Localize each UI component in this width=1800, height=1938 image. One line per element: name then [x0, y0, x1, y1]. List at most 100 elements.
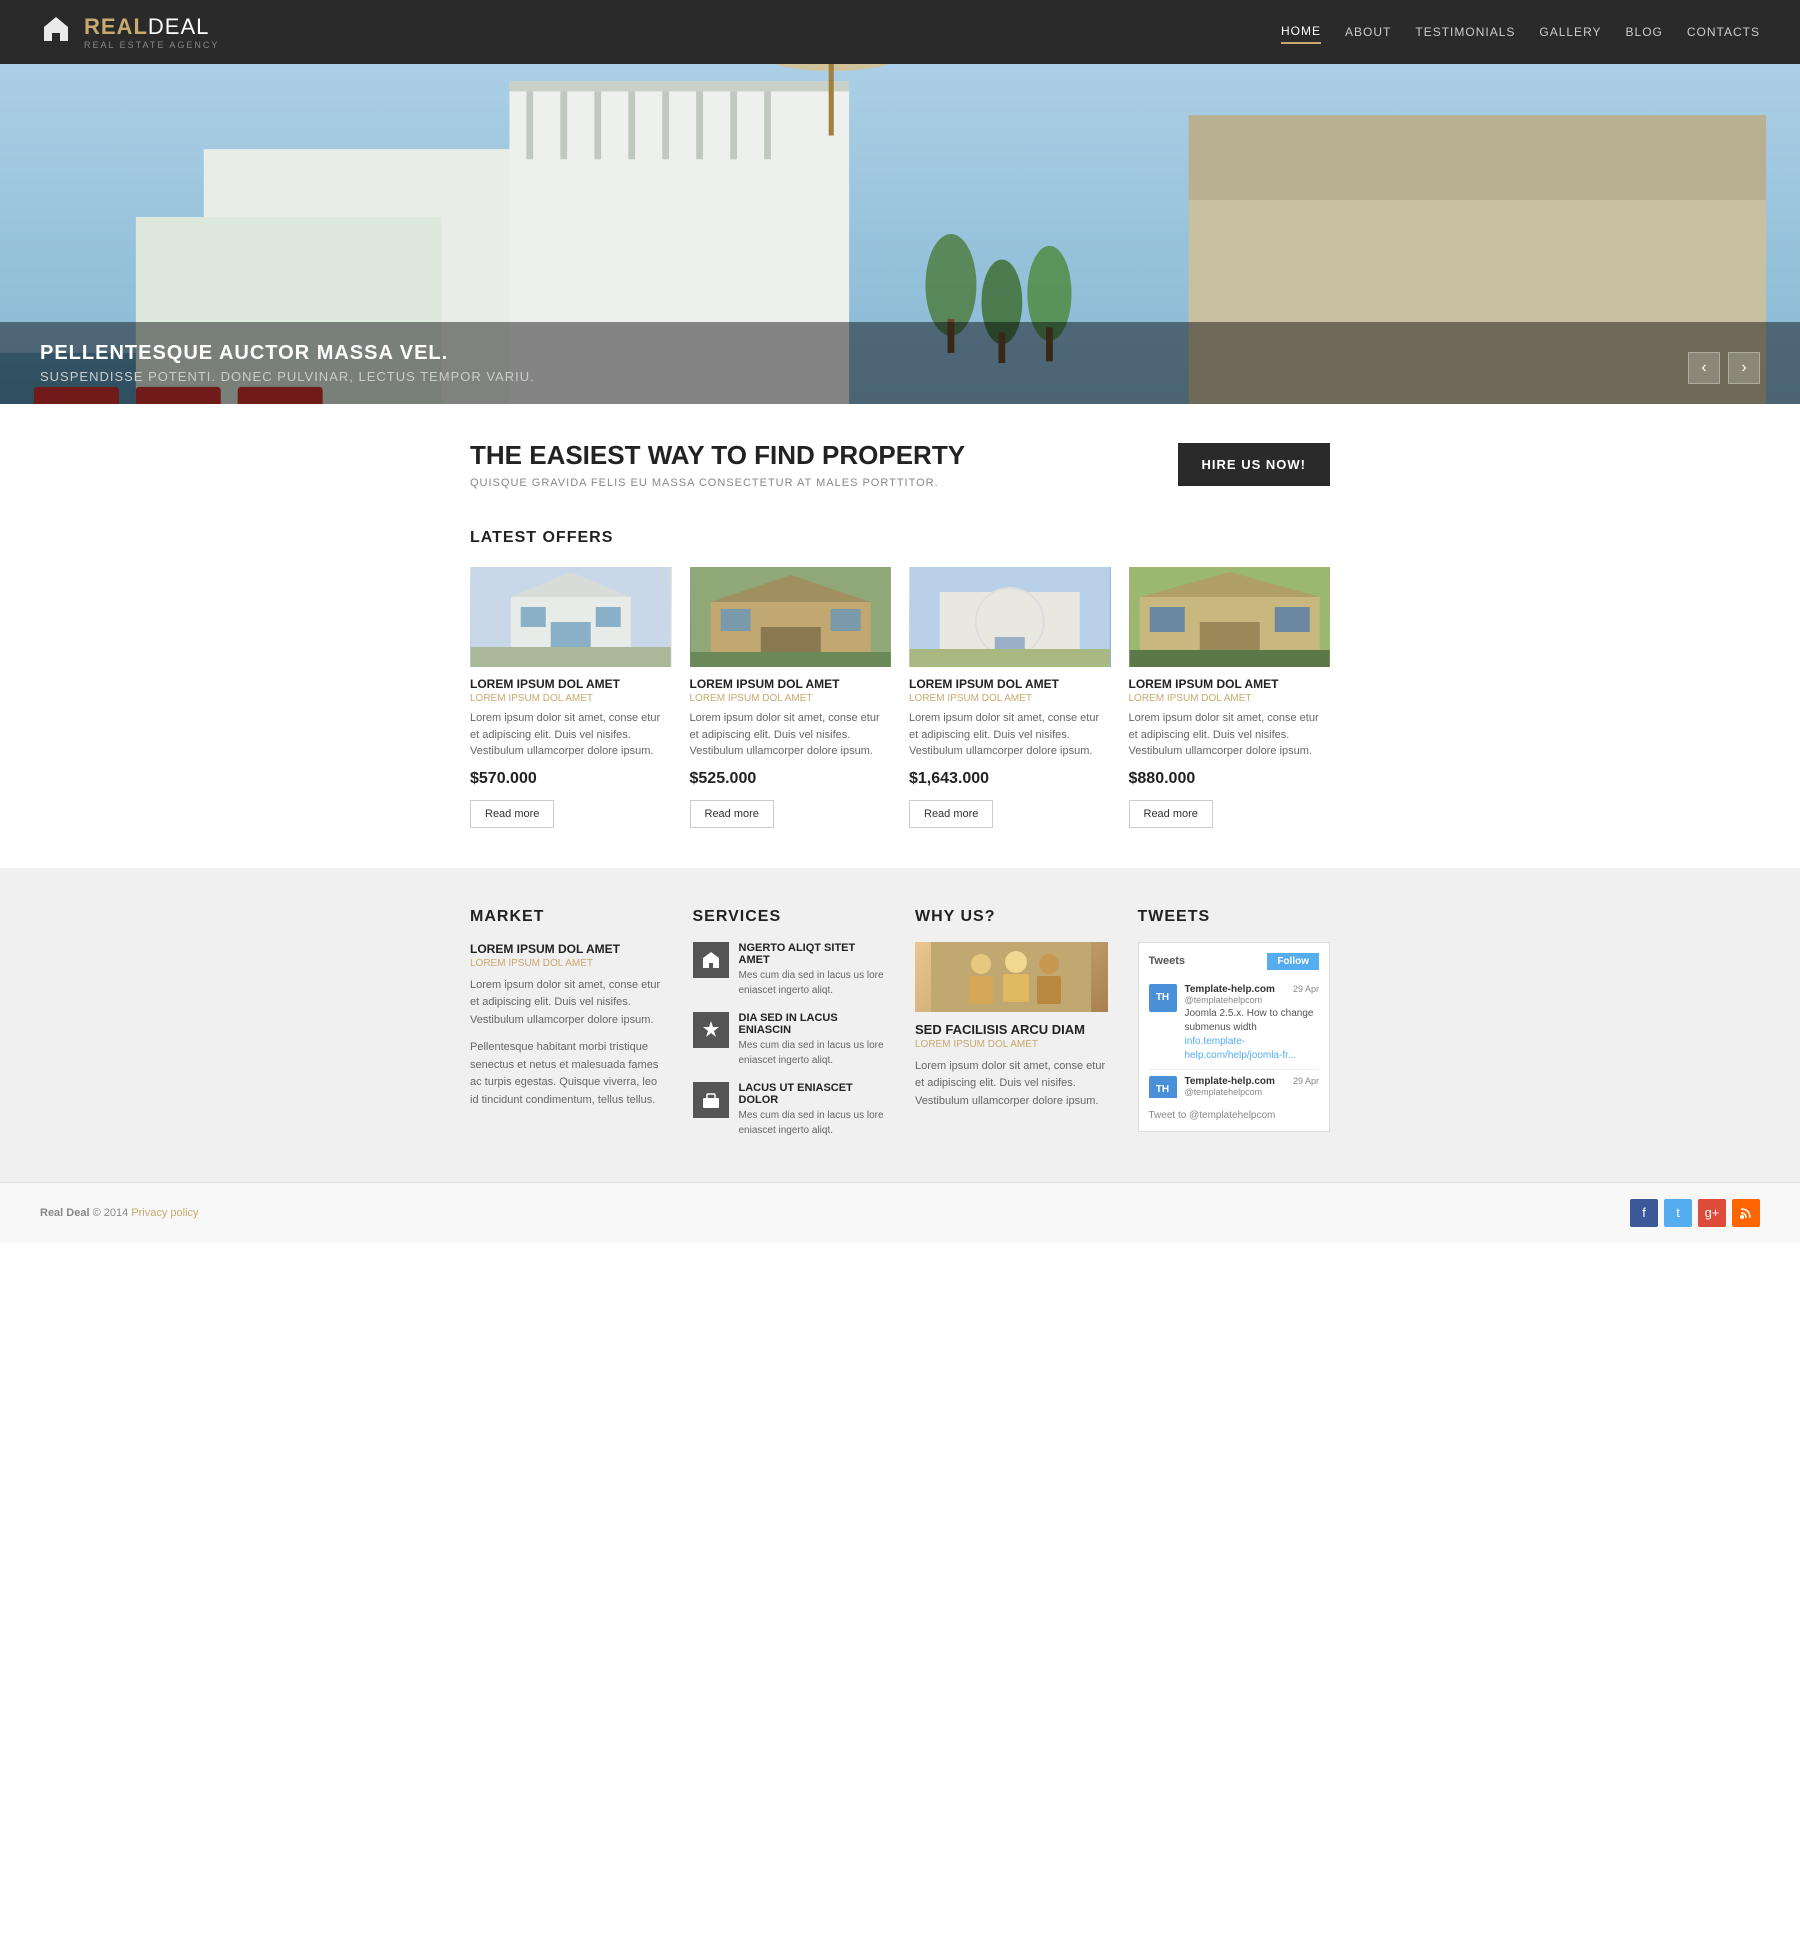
market-column: MARKET LOREM IPSUM DOL AMET LOREM IPSUM …	[470, 908, 663, 1152]
tagline-section: THE EASIEST WAY TO FIND PROPERTY QUISQUE…	[470, 404, 1330, 519]
offer-desc-2: Lorem ipsum dolor sit amet, conse etur e…	[690, 710, 892, 760]
offer-subtitle-1: LOREM IPSUM DOL AMET	[470, 693, 672, 704]
hero-next-arrow[interactable]: ›	[1728, 352, 1760, 384]
tweet-to[interactable]: Tweet to @templatehelpcom	[1149, 1104, 1320, 1121]
footer-copyright: Real Deal © 2014 Privacy policy	[40, 1207, 199, 1219]
facebook-icon[interactable]: f	[1630, 1199, 1658, 1227]
nav-gallery[interactable]: GALLERY	[1539, 21, 1601, 43]
offer-title-4: LOREM IPSUM DOL AMET	[1129, 677, 1331, 691]
offer-price-4: $880.000	[1129, 770, 1331, 788]
offer-image-1	[470, 567, 672, 667]
whyus-title: WHY US?	[915, 908, 1108, 926]
offer-card-2: LOREM IPSUM DOL AMET LOREM IPSUM DOL AME…	[690, 567, 892, 828]
offer-title-1: LOREM IPSUM DOL AMET	[470, 677, 672, 691]
offer-card-1: LOREM IPSUM DOL AMET LOREM IPSUM DOL AME…	[470, 567, 672, 828]
tweet-text-1: Joomla 2.5.x. How to change submenus wid…	[1185, 1007, 1320, 1063]
read-more-btn-4[interactable]: Read more	[1129, 800, 1213, 828]
privacy-link[interactable]: Privacy policy	[131, 1207, 198, 1219]
services-column: SERVICES NGERTO ALIQT SITET AMET Mes cum…	[693, 908, 886, 1152]
service-text-3: LACUS UT ENIASCET DOLOR Mes cum dia sed …	[739, 1082, 886, 1138]
tweet-content-1: 29 Apr Template-help.com @templatehelpco…	[1185, 984, 1320, 1063]
social-icons: f t g+	[1630, 1199, 1760, 1227]
whyus-image	[915, 942, 1108, 1012]
tweets-section-title: TWEETS	[1138, 908, 1331, 926]
offers-grid: LOREM IPSUM DOL AMET LOREM IPSUM DOL AME…	[470, 567, 1330, 828]
tweets-label: Tweets	[1149, 955, 1185, 967]
market-desc-1: Lorem ipsum dolor sit amet, conse etur e…	[470, 977, 663, 1030]
offer-desc-1: Lorem ipsum dolor sit amet, conse etur e…	[470, 710, 672, 760]
header: REALDEAL REAL ESTATE AGENCY HOME ABOUT T…	[0, 0, 1800, 64]
service-text-2: DIA SED IN LACUS ENIASCIN Mes cum dia se…	[739, 1012, 886, 1068]
tweets-column: TWEETS Tweets Follow TH 29 Apr Template-…	[1138, 908, 1331, 1152]
offer-subtitle-3: LOREM IPSUM DOL AMET	[909, 693, 1111, 704]
tweet-avatar-1: TH	[1149, 984, 1177, 1012]
main-nav: HOME ABOUT TESTIMONIALS GALLERY BLOG CON…	[1281, 20, 1760, 44]
service-icon-2	[693, 1012, 729, 1048]
tweet-date-2: 29 Apr	[1293, 1076, 1319, 1086]
service-icon-1	[693, 942, 729, 978]
tweet-date-1: 29 Apr	[1293, 984, 1319, 994]
offer-title-3: LOREM IPSUM DOL AMET	[909, 677, 1111, 691]
tagline-title: THE EASIEST WAY TO FIND PROPERTY	[470, 440, 965, 471]
hero-subtitle: SUSPENDISSE POTENTI. DONEC PULVINAR, LEC…	[40, 369, 1760, 384]
service-icon-3	[693, 1082, 729, 1118]
tweet-item-2: TH 29 Apr Template-help.com @templatehel…	[1149, 1070, 1320, 1098]
logo-area: REALDEAL REAL ESTATE AGENCY	[40, 13, 219, 52]
nav-about[interactable]: ABOUT	[1345, 21, 1391, 43]
services-title: SERVICES	[693, 908, 886, 926]
whyus-item-sub: LOREM IPSUM DOL AMET	[915, 1039, 1108, 1050]
hire-button[interactable]: HIRE US NOW!	[1178, 443, 1330, 486]
logo-title: REALDEAL	[84, 14, 219, 40]
service-text-1: NGERTO ALIQT SITET AMET Mes cum dia sed …	[739, 942, 886, 998]
offer-subtitle-2: LOREM IPSUM DOL AMET	[690, 693, 892, 704]
nav-home[interactable]: HOME	[1281, 20, 1321, 44]
nav-testimonials[interactable]: TESTIMONIALS	[1415, 21, 1515, 43]
tweet-link-1[interactable]: info.template-help.com/help/joomla-fr...	[1185, 1036, 1297, 1061]
tweet-handle-1: @templatehelpcom	[1185, 995, 1320, 1005]
logo-text: REALDEAL REAL ESTATE AGENCY	[84, 14, 219, 50]
read-more-btn-2[interactable]: Read more	[690, 800, 774, 828]
whyus-item-title: SED FACILISIS ARCU DIAM	[915, 1022, 1108, 1037]
logo-tagline: REAL ESTATE AGENCY	[84, 40, 219, 50]
rss-icon[interactable]	[1732, 1199, 1760, 1227]
main-content: THE EASIEST WAY TO FIND PROPERTY QUISQUE…	[450, 404, 1350, 868]
house-icon	[40, 13, 72, 52]
tagline-subtitle: QUISQUE GRAVIDA FELIS EU MASSA CONSECTET…	[470, 477, 965, 489]
tweet-content-2: 29 Apr Template-help.com @templatehelpco…	[1185, 1076, 1320, 1098]
offer-image-3	[909, 567, 1111, 667]
googleplus-icon[interactable]: g+	[1698, 1199, 1726, 1227]
offer-image-2	[690, 567, 892, 667]
tweet-handle-2: @templatehelpcom	[1185, 1087, 1320, 1097]
offer-price-2: $525.000	[690, 770, 892, 788]
nav-contacts[interactable]: CONTACTS	[1687, 21, 1760, 43]
tweets-header: Tweets Follow	[1149, 953, 1320, 970]
service-item-1: NGERTO ALIQT SITET AMET Mes cum dia sed …	[693, 942, 886, 998]
bottom-inner: MARKET LOREM IPSUM DOL AMET LOREM IPSUM …	[450, 908, 1350, 1152]
offer-card-4: LOREM IPSUM DOL AMET LOREM IPSUM DOL AME…	[1129, 567, 1331, 828]
hero-section: PELLENTESQUE AUCTOR MASSA VEL. SUSPENDIS…	[0, 64, 1800, 404]
service-title-1: NGERTO ALIQT SITET AMET	[739, 942, 886, 966]
read-more-btn-3[interactable]: Read more	[909, 800, 993, 828]
latest-offers-section: LATEST OFFERS LOREM IPSUM DOL AMET	[470, 519, 1330, 868]
bottom-section: MARKET LOREM IPSUM DOL AMET LOREM IPSUM …	[0, 868, 1800, 1182]
offer-title-2: LOREM IPSUM DOL AMET	[690, 677, 892, 691]
tweet-item-1: TH 29 Apr Template-help.com @templatehel…	[1149, 978, 1320, 1070]
twitter-icon[interactable]: t	[1664, 1199, 1692, 1227]
footer: Real Deal © 2014 Privacy policy f t g+	[0, 1182, 1800, 1243]
offer-subtitle-4: LOREM IPSUM DOL AMET	[1129, 693, 1331, 704]
tweets-widget: Tweets Follow TH 29 Apr Template-help.co…	[1138, 942, 1331, 1132]
hero-overlay: PELLENTESQUE AUCTOR MASSA VEL. SUSPENDIS…	[0, 322, 1800, 404]
read-more-btn-1[interactable]: Read more	[470, 800, 554, 828]
service-desc-3: Mes cum dia sed in lacus us lore eniasce…	[739, 1108, 886, 1138]
nav-blog[interactable]: BLOG	[1626, 21, 1663, 43]
tweet-avatar-2: TH	[1149, 1076, 1177, 1098]
market-item-sub: LOREM IPSUM DOL AMET	[470, 958, 663, 969]
offer-desc-3: Lorem ipsum dolor sit amet, conse etur e…	[909, 710, 1111, 760]
whyus-desc: Lorem ipsum dolor sit amet, conse etur e…	[915, 1058, 1108, 1111]
hero-prev-arrow[interactable]: ‹	[1688, 352, 1720, 384]
service-title-3: LACUS UT ENIASCET DOLOR	[739, 1082, 886, 1106]
follow-button[interactable]: Follow	[1267, 953, 1319, 970]
offer-desc-4: Lorem ipsum dolor sit amet, conse etur e…	[1129, 710, 1331, 760]
hero-title: PELLENTESQUE AUCTOR MASSA VEL.	[40, 342, 1760, 365]
tagline-text: THE EASIEST WAY TO FIND PROPERTY QUISQUE…	[470, 440, 965, 489]
